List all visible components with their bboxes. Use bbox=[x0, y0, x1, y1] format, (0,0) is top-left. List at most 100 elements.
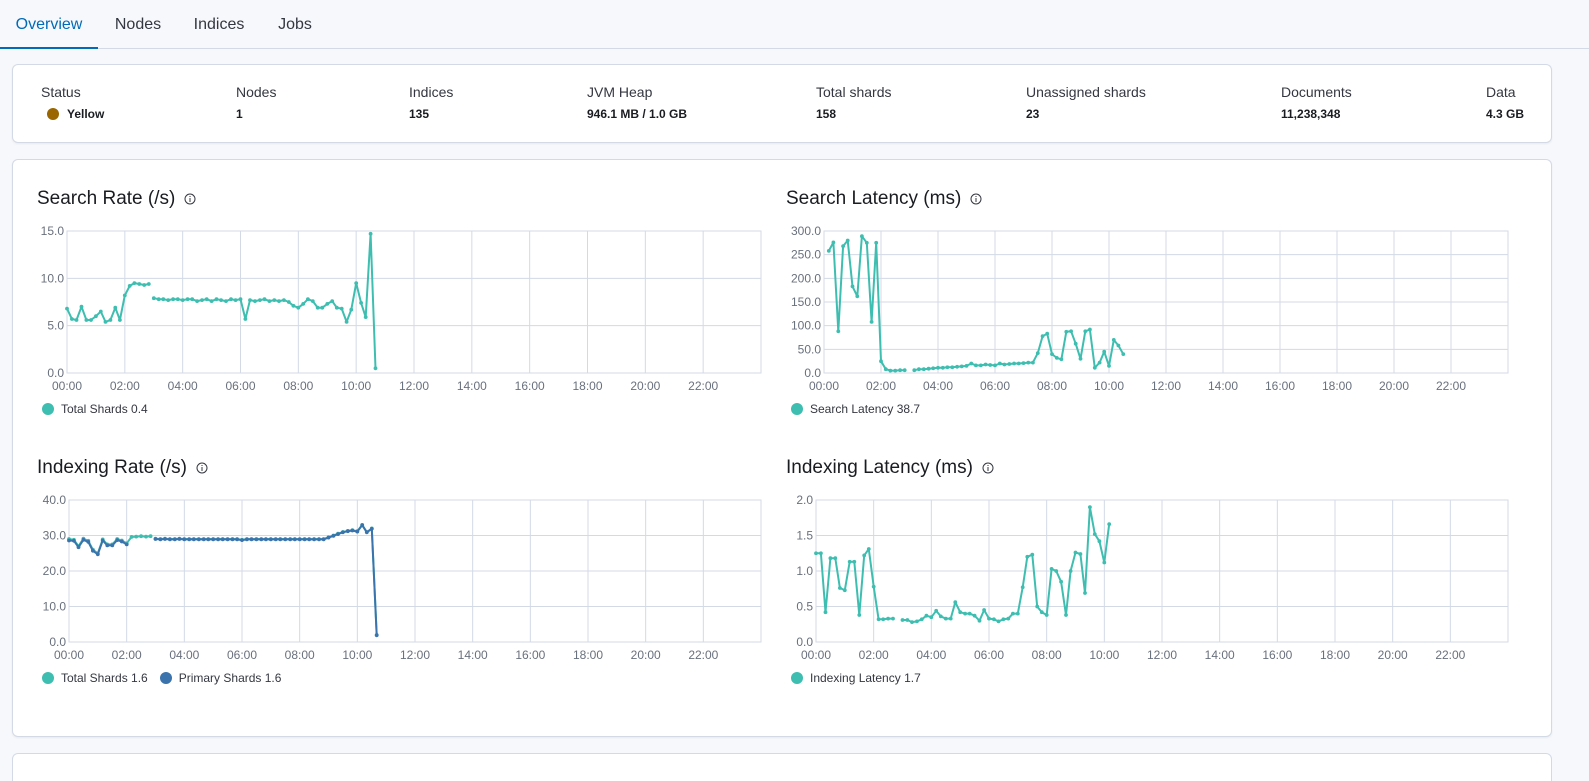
indexing-latency-data-point bbox=[828, 556, 833, 561]
indexing-latency-data-point bbox=[1073, 550, 1078, 555]
indexing-latency-data-point bbox=[1107, 522, 1112, 526]
x-tick-label: 12:00 bbox=[1151, 379, 1181, 393]
x-tick-label: 00:00 bbox=[54, 648, 84, 662]
primary-shards-data-point bbox=[201, 537, 206, 542]
legend-item[interactable]: Total Shards 0.4 bbox=[42, 402, 148, 416]
x-tick-label: 22:00 bbox=[688, 379, 718, 393]
search-latency-data-point bbox=[1054, 356, 1059, 360]
primary-shards-data-point bbox=[235, 537, 240, 542]
stat-unassigned-shards-value: 23 bbox=[1026, 107, 1040, 121]
total-shards-data-point bbox=[253, 299, 257, 303]
x-tick-label: 12:00 bbox=[400, 648, 430, 662]
legend-item[interactable]: Total Shards 1.6 bbox=[42, 671, 148, 685]
search-latency-data-point bbox=[931, 366, 936, 371]
total-shards-data-point bbox=[267, 299, 272, 303]
total-shards-data-point bbox=[277, 299, 281, 303]
total-shards-data-point bbox=[262, 297, 267, 302]
tab-jobs[interactable]: Jobs bbox=[270, 0, 320, 48]
total-shards-data-point bbox=[354, 281, 359, 285]
search-latency-data-point bbox=[945, 365, 950, 370]
search-latency-data-point bbox=[921, 367, 926, 372]
legend-dot-icon bbox=[42, 672, 54, 684]
total-shards-data-point bbox=[137, 282, 142, 286]
primary-shards-data-point bbox=[81, 537, 86, 542]
search-latency-chart: Search Latency (ms) 00:00 02:00 04:00 06:00… bbox=[786, 188, 1516, 428]
total-shards-data-point bbox=[291, 303, 296, 308]
indexing-latency-data-point bbox=[992, 617, 996, 622]
x-tick-label: 20:00 bbox=[630, 379, 660, 393]
info-icon[interactable] bbox=[184, 193, 196, 205]
search-latency-data-point bbox=[926, 366, 931, 371]
indexing-latency-data-point bbox=[977, 618, 982, 623]
primary-shards-data-point bbox=[350, 528, 355, 533]
total-shards-data-point bbox=[185, 297, 190, 302]
primary-shards-data-point bbox=[172, 537, 177, 542]
x-tick-label: 18:00 bbox=[1322, 379, 1352, 393]
indexing-latency-data-point bbox=[963, 611, 967, 616]
total-shards-data-point bbox=[70, 317, 74, 321]
search-latency-data-point bbox=[1031, 360, 1035, 365]
search-latency-data-point bbox=[826, 249, 831, 253]
total-shards-data-point bbox=[272, 298, 277, 302]
tab-indices[interactable]: Indices bbox=[183, 0, 255, 48]
indexing-latency-data-point bbox=[924, 613, 929, 618]
total-shards-data-point bbox=[359, 301, 363, 305]
search-latency-data-point bbox=[1083, 329, 1088, 334]
primary-shards-data-point bbox=[355, 529, 360, 534]
x-tick-label: 02:00 bbox=[110, 379, 140, 393]
search-latency-data-point bbox=[1107, 364, 1111, 368]
indexing-latency-data-point bbox=[1020, 585, 1025, 590]
search-latency-data-point bbox=[964, 364, 969, 368]
primary-shards-data-point bbox=[345, 529, 350, 534]
info-icon[interactable] bbox=[982, 462, 994, 474]
total-shards-data-point bbox=[349, 307, 354, 312]
indexing-latency-data-point bbox=[1035, 604, 1040, 609]
search-latency-data-point bbox=[983, 362, 988, 367]
indexing-latency-data-point bbox=[876, 617, 881, 622]
x-tick-label: 04:00 bbox=[169, 648, 199, 662]
indexing-latency-data-point bbox=[1039, 610, 1044, 615]
total-shards-data-point bbox=[301, 302, 306, 306]
tab-overview[interactable]: Overview bbox=[0, 0, 98, 49]
indexing-latency-plot: 00:00 02:00 04:00 06:00 08:00 10:00 12:00 14:00… bbox=[796, 493, 1509, 662]
indexing-latency-data-point bbox=[982, 608, 986, 612]
x-tick-label: 08:00 bbox=[283, 379, 313, 393]
total-shards-data-point bbox=[132, 281, 137, 285]
stat-jvm-heap-label: JVM Heap bbox=[587, 84, 653, 100]
primary-shards-data-point bbox=[312, 537, 316, 542]
metrics-charts-panel: Search Rate (/s) 00:00 02:00 04:00 06:00 08:… bbox=[12, 159, 1552, 737]
search-latency-data-point bbox=[1007, 362, 1012, 366]
total-shards-data-point bbox=[156, 297, 161, 302]
indexing-latency-data-point bbox=[1011, 611, 1015, 616]
search-rate-legend: Total Shards 0.4 bbox=[42, 402, 160, 416]
primary-shards-series-line bbox=[155, 524, 378, 636]
legend-item[interactable]: Primary Shards 1.6 bbox=[159, 671, 281, 685]
search-latency-data-point bbox=[841, 244, 845, 248]
primary-shards-data-point bbox=[374, 633, 379, 638]
y-tick-label: 0.0 bbox=[47, 366, 64, 380]
y-tick-label: 10.0 bbox=[43, 600, 67, 614]
primary-shards-data-point bbox=[220, 537, 225, 542]
tab-nodes[interactable]: Nodes bbox=[104, 0, 172, 48]
total-shards-data-point bbox=[325, 302, 330, 306]
x-tick-label: 00:00 bbox=[52, 379, 82, 393]
total-shards-data-point bbox=[334, 305, 339, 310]
search-latency-data-point bbox=[836, 329, 841, 334]
indexing-latency-data-point bbox=[1102, 560, 1107, 565]
total-shards-data-point bbox=[233, 298, 238, 302]
indexing-latency-series-line bbox=[816, 548, 893, 621]
search-latency-data-point bbox=[1035, 351, 1040, 355]
legend-item[interactable]: Search Latency 38.7 bbox=[791, 402, 920, 416]
indexing-latency-data-point bbox=[1078, 552, 1083, 556]
total-shards-data-point bbox=[122, 293, 127, 298]
primary-shards-data-point bbox=[225, 537, 230, 542]
search-latency-data-point bbox=[978, 363, 983, 368]
x-tick-label: 16:00 bbox=[515, 648, 545, 662]
info-icon[interactable] bbox=[970, 193, 982, 205]
legend-item[interactable]: Indexing Latency 1.7 bbox=[791, 671, 921, 685]
info-icon[interactable] bbox=[196, 462, 208, 474]
indexing-latency-data-point bbox=[996, 619, 1001, 624]
stat-data-label: Data bbox=[1486, 84, 1516, 100]
total-shards-data-point bbox=[344, 320, 349, 324]
search-latency-data-point bbox=[974, 363, 978, 368]
